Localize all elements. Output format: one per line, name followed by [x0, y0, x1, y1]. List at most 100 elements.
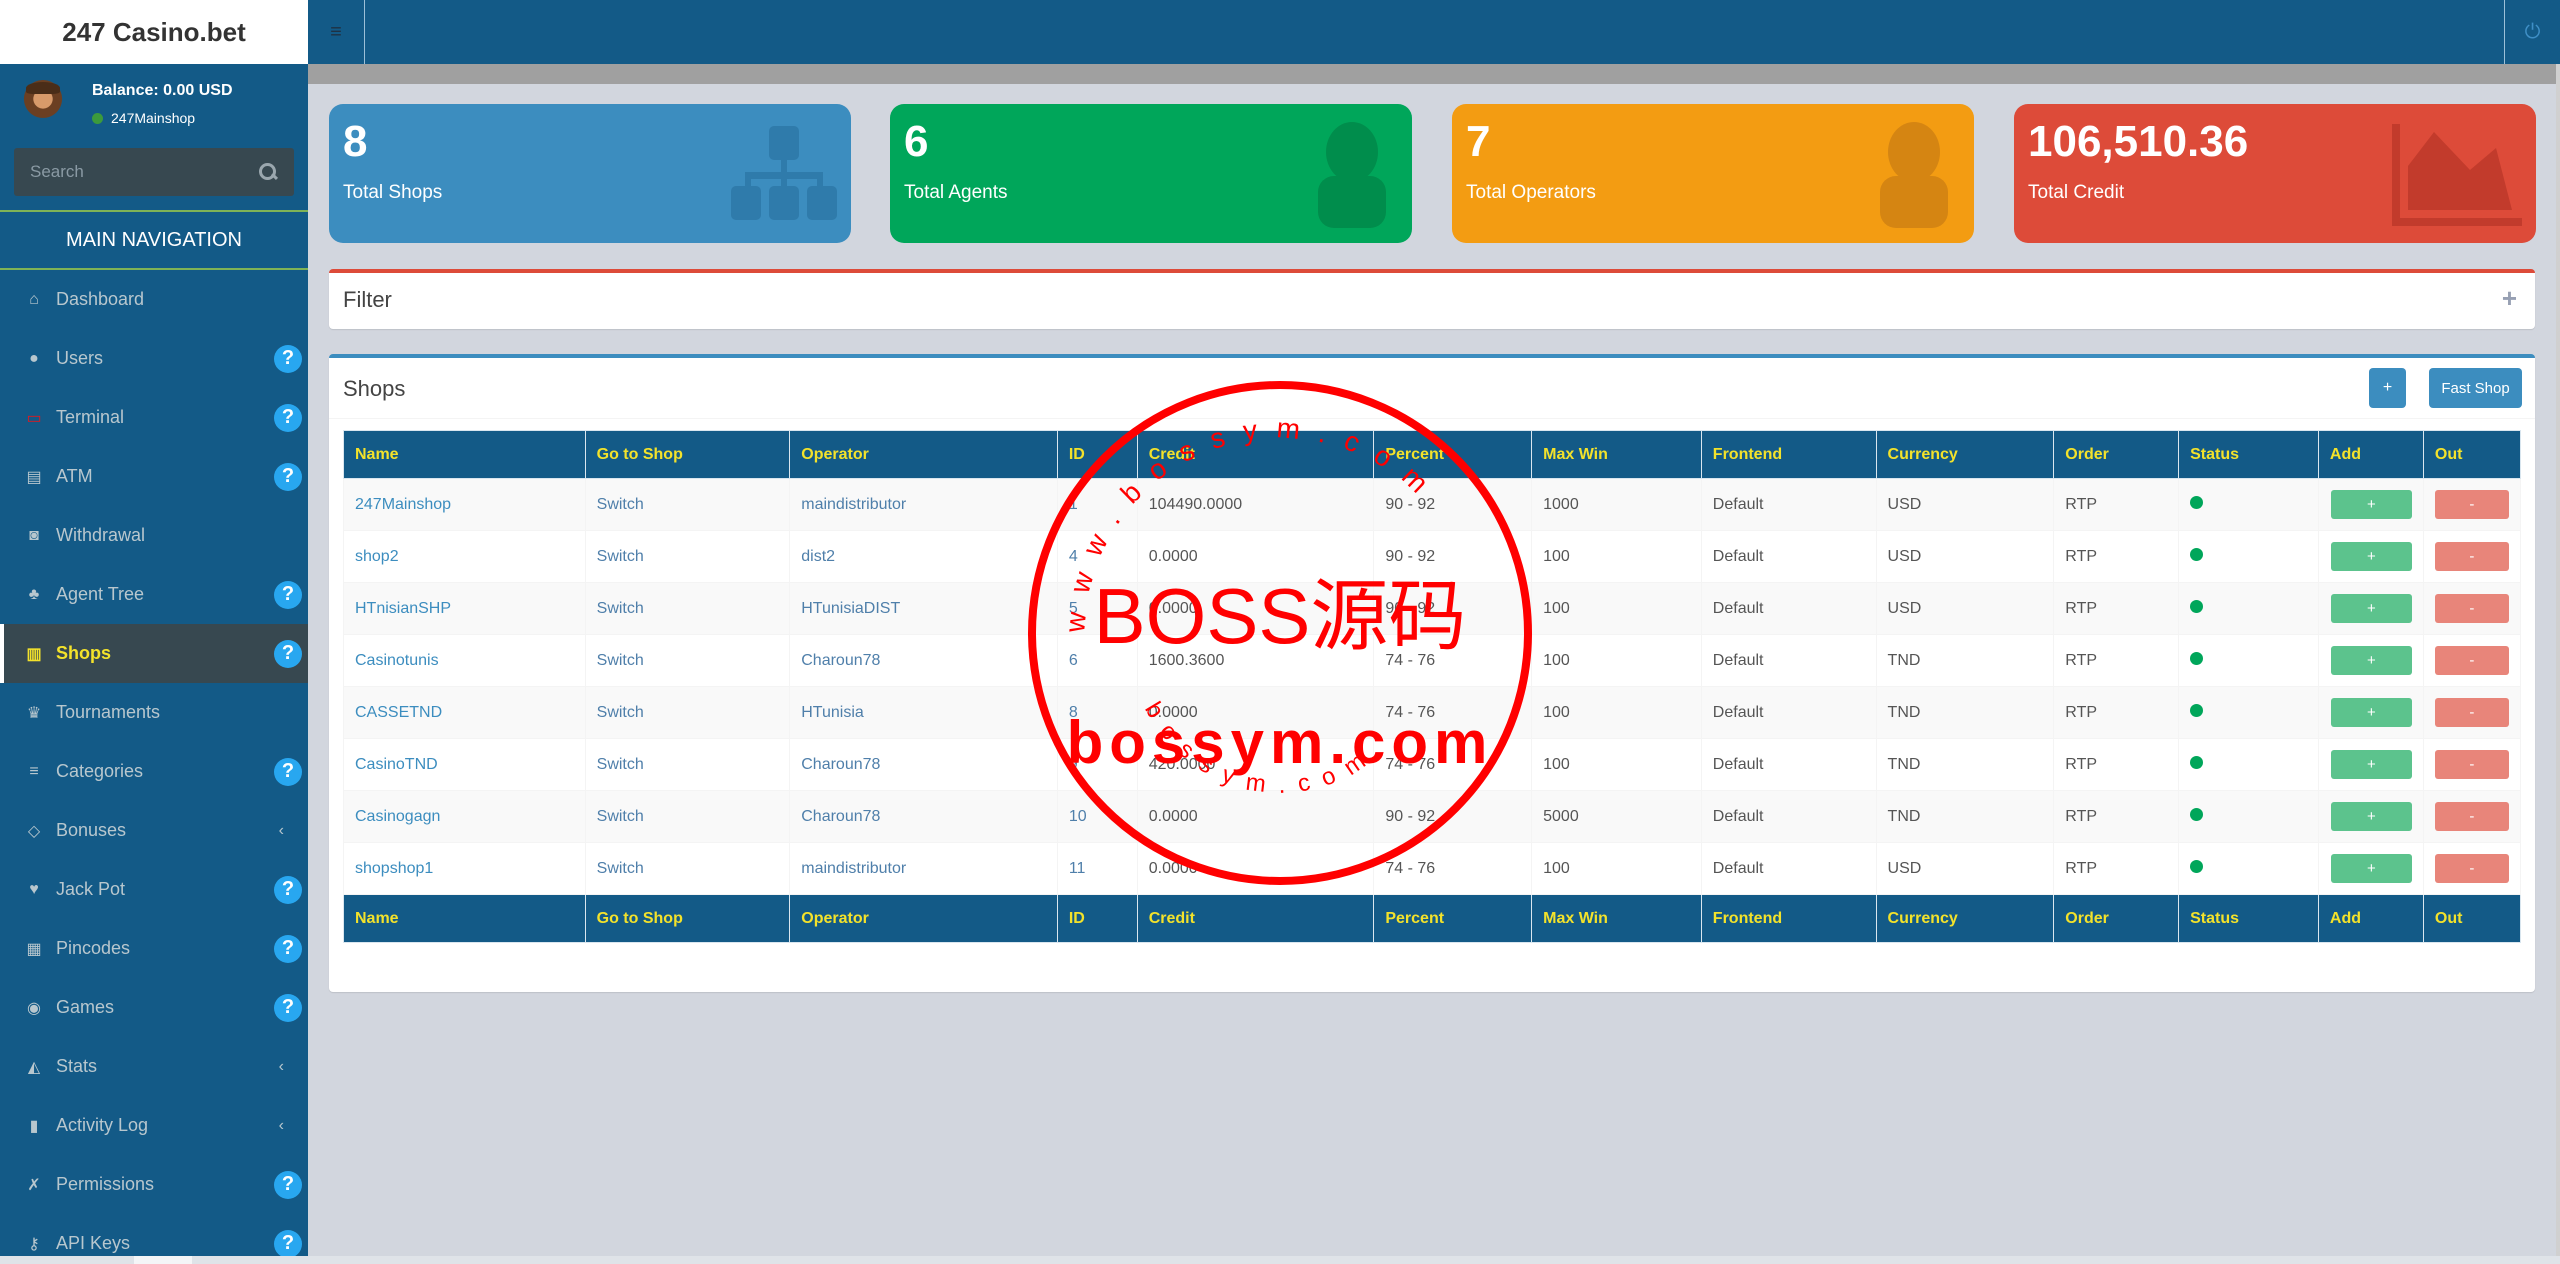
- filter-title[interactable]: Filter: [343, 287, 392, 313]
- id-link[interactable]: 1: [1069, 496, 1078, 513]
- switch-link[interactable]: Switch: [597, 600, 644, 617]
- help-icon[interactable]: ?: [274, 344, 302, 373]
- help-icon[interactable]: ?: [274, 757, 302, 786]
- search-icon[interactable]: [258, 162, 278, 182]
- column-header-currency[interactable]: Currency: [1875, 430, 2055, 479]
- withdraw-credit-button[interactable]: -: [2434, 854, 2509, 883]
- add-credit-button[interactable]: +: [2330, 698, 2412, 727]
- column-header-add[interactable]: Add: [2317, 430, 2424, 479]
- logout-button[interactable]: ⏻: [2504, 0, 2560, 64]
- column-header-order[interactable]: Order: [2053, 430, 2180, 479]
- operator-link[interactable]: Charoun78: [801, 808, 880, 825]
- column-header-name[interactable]: Name: [343, 894, 586, 943]
- name-link[interactable]: 247Mainshop: [355, 496, 451, 513]
- sidebar-item-api-keys[interactable]: ⚷ API Keys?: [0, 1214, 308, 1256]
- id-link[interactable]: 9: [1069, 756, 1078, 773]
- sidebar-item-stats[interactable]: ◭ Stats ‹: [0, 1037, 308, 1096]
- withdraw-credit-button[interactable]: -: [2434, 594, 2509, 623]
- help-icon[interactable]: ?: [274, 875, 302, 904]
- column-header-name[interactable]: Name: [343, 430, 586, 479]
- withdraw-credit-button[interactable]: -: [2434, 646, 2509, 675]
- operator-link[interactable]: Charoun78: [801, 652, 880, 669]
- add-credit-button[interactable]: +: [2330, 542, 2412, 571]
- name-link[interactable]: CASSETND: [355, 704, 442, 721]
- column-header-max-win[interactable]: Max Win: [1531, 430, 1702, 479]
- sidebar-item-dashboard[interactable]: ⌂ Dashboard: [0, 270, 308, 329]
- operator-link[interactable]: HTunisia: [801, 704, 864, 721]
- withdraw-credit-button[interactable]: -: [2434, 542, 2509, 571]
- sidebar-item-users[interactable]: ● Users?: [0, 329, 308, 388]
- withdraw-credit-button[interactable]: -: [2434, 698, 2509, 727]
- withdraw-credit-button[interactable]: -: [2434, 490, 2509, 519]
- sidebar-item-permissions[interactable]: ✗ Permissions?: [0, 1155, 308, 1214]
- withdraw-credit-button[interactable]: -: [2434, 802, 2509, 831]
- sidebar-item-bonuses[interactable]: ◇ Bonuses ‹: [0, 801, 308, 860]
- sidebar-item-terminal[interactable]: ▭ Terminal?: [0, 388, 308, 447]
- switch-link[interactable]: Switch: [597, 496, 644, 513]
- vertical-scrollbar[interactable]: [2556, 64, 2560, 1256]
- help-icon[interactable]: ?: [274, 462, 302, 491]
- id-link[interactable]: 4: [1069, 548, 1078, 565]
- add-shop-button[interactable]: +: [2369, 368, 2406, 408]
- help-icon[interactable]: ?: [274, 403, 302, 432]
- switch-link[interactable]: Switch: [597, 548, 644, 565]
- column-header-go-to-shop[interactable]: Go to Shop: [584, 894, 791, 943]
- column-header-operator[interactable]: Operator: [789, 430, 1058, 479]
- operator-link[interactable]: HTunisiaDIST: [801, 600, 900, 617]
- help-icon[interactable]: ?: [274, 993, 302, 1022]
- sidebar-item-jack-pot[interactable]: ♥ Jack Pot?: [0, 860, 308, 919]
- operator-link[interactable]: Charoun78: [801, 756, 880, 773]
- sidebar-item-tournaments[interactable]: ♛ Tournaments: [0, 683, 308, 742]
- name-link[interactable]: Casinotunis: [355, 652, 439, 669]
- column-header-operator[interactable]: Operator: [789, 894, 1058, 943]
- withdraw-credit-button[interactable]: -: [2434, 750, 2509, 779]
- sidebar-item-shops[interactable]: ▥ Shops?: [0, 624, 308, 683]
- help-icon[interactable]: ?: [274, 580, 302, 609]
- switch-link[interactable]: Switch: [597, 860, 644, 877]
- help-icon[interactable]: ?: [274, 639, 302, 668]
- column-header-frontend[interactable]: Frontend: [1700, 894, 1877, 943]
- operator-link[interactable]: maindistributor: [801, 496, 906, 513]
- add-credit-button[interactable]: +: [2330, 646, 2412, 675]
- sidebar-item-pincodes[interactable]: ▦ Pincodes?: [0, 919, 308, 978]
- add-credit-button[interactable]: +: [2330, 854, 2412, 883]
- sidebar-item-games[interactable]: ◉ Games?: [0, 978, 308, 1037]
- column-header-id[interactable]: ID: [1056, 894, 1138, 943]
- add-credit-button[interactable]: +: [2330, 802, 2412, 831]
- sidebar-item-agent-tree[interactable]: ♣ Agent Tree?: [0, 565, 308, 624]
- horizontal-scrollbar[interactable]: [0, 1256, 2560, 1264]
- column-header-out[interactable]: Out: [2422, 430, 2522, 479]
- name-link[interactable]: Casinogagn: [355, 808, 440, 825]
- column-header-currency[interactable]: Currency: [1875, 894, 2055, 943]
- column-header-status[interactable]: Status: [2178, 430, 2319, 479]
- column-header-credit[interactable]: Credit: [1136, 430, 1375, 479]
- sidebar-item-activity-log[interactable]: ▮ Activity Log ‹: [0, 1096, 308, 1155]
- sidebar-item-atm[interactable]: ▤ ATM?: [0, 447, 308, 506]
- column-header-percent[interactable]: Percent: [1373, 430, 1533, 479]
- add-credit-button[interactable]: +: [2330, 750, 2412, 779]
- add-credit-button[interactable]: +: [2330, 490, 2412, 519]
- app-logo[interactable]: 247 Casino.bet: [0, 0, 308, 64]
- name-link[interactable]: shop2: [355, 548, 399, 565]
- column-header-percent[interactable]: Percent: [1373, 894, 1533, 943]
- switch-link[interactable]: Switch: [597, 704, 644, 721]
- sidebar-item-categories[interactable]: ≡ Categories?: [0, 742, 308, 801]
- id-link[interactable]: 11: [1069, 860, 1086, 877]
- switch-link[interactable]: Switch: [597, 652, 644, 669]
- id-link[interactable]: 10: [1069, 808, 1087, 825]
- column-header-out[interactable]: Out: [2422, 894, 2522, 943]
- column-header-order[interactable]: Order: [2053, 894, 2180, 943]
- help-icon[interactable]: ?: [274, 1170, 302, 1199]
- sidebar-toggle-button[interactable]: ≡: [308, 0, 365, 64]
- help-icon[interactable]: ?: [274, 934, 302, 963]
- id-link[interactable]: 6: [1069, 652, 1078, 669]
- switch-link[interactable]: Switch: [597, 756, 644, 773]
- expand-filter-button[interactable]: +: [2502, 283, 2517, 314]
- column-header-id[interactable]: ID: [1056, 430, 1138, 479]
- name-link[interactable]: HTnisianSHP: [355, 600, 451, 617]
- name-link[interactable]: shopshop1: [355, 860, 433, 877]
- id-link[interactable]: 8: [1069, 704, 1078, 721]
- id-link[interactable]: 5: [1069, 600, 1078, 617]
- operator-link[interactable]: maindistributor: [801, 860, 906, 877]
- column-header-credit[interactable]: Credit: [1136, 894, 1375, 943]
